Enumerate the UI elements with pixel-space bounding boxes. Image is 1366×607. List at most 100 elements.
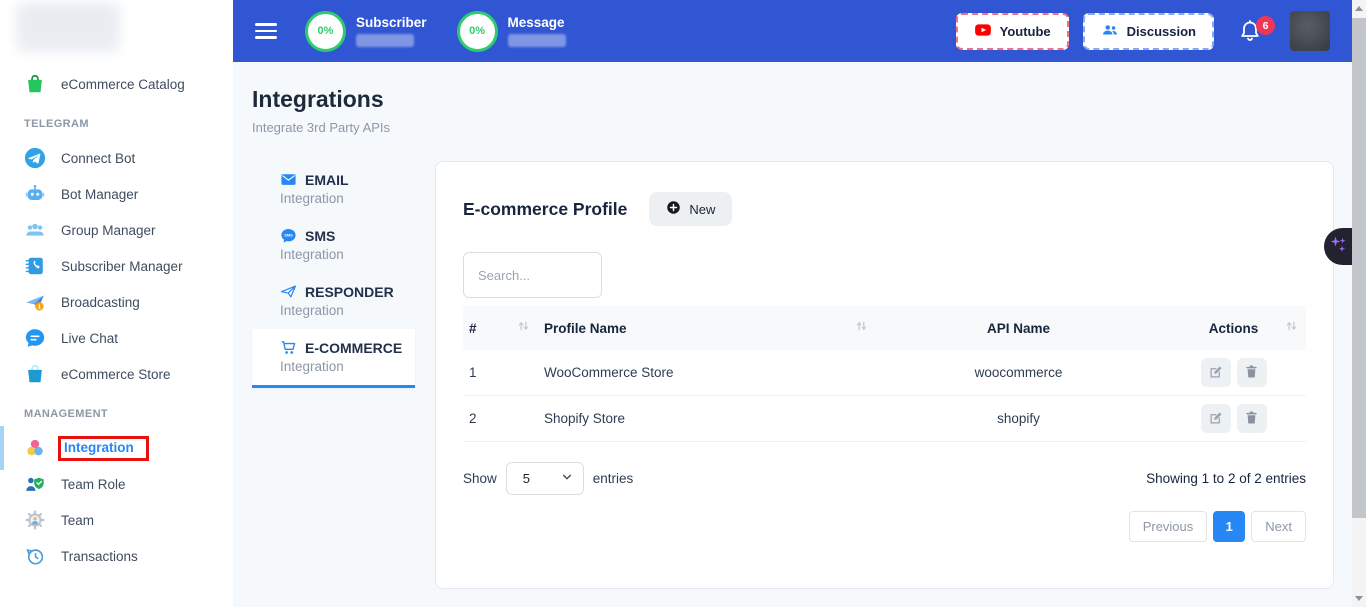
column-label: Profile Name [544,321,627,336]
subnav-subtitle: Integration [280,303,415,318]
sparkles-icon [1328,234,1348,259]
subnav-tab-responder[interactable]: RESPONDER Integration [252,273,415,329]
broadcast-icon: 1 [24,291,46,313]
new-button-label: New [689,202,715,217]
subnav-tab-email[interactable]: EMAIL Integration [252,161,415,217]
stat-value-blurred [356,34,414,47]
sidebar-item-group-manager[interactable]: Group Manager [0,212,233,248]
cell-actions [1161,404,1306,433]
subnav-tab-sms[interactable]: SMS SMS Integration [252,217,415,273]
sidebar-item-label: Team [61,513,94,528]
browser-scrollbar[interactable] [1352,0,1366,607]
sort-icon[interactable] [1285,319,1298,336]
progress-ring: 0% [305,11,346,52]
sidebar-item-label: Group Manager [61,223,156,238]
sidebar-item-bot-manager[interactable]: Bot Manager [0,176,233,212]
youtube-button[interactable]: Youtube [956,13,1069,50]
column-header-api-name[interactable]: API Name [876,306,1161,350]
sidebar-item-label: eCommerce Store [61,367,171,382]
team-gear-icon [24,509,46,531]
entries-label: entries [593,471,634,486]
sidebar-item-ecommerce-catalog[interactable]: eCommerce Catalog [0,66,233,102]
edit-button[interactable] [1201,404,1231,433]
notifications-bell[interactable]: 6 [1238,18,1262,44]
cell-profile-name: Shopify Store [538,411,876,426]
discussion-users-icon [1101,21,1119,42]
stat-value-blurred [508,34,566,47]
svg-text:SMS: SMS [284,233,293,238]
plus-circle-icon [666,200,681,218]
telegram-icon [24,147,46,169]
robot-icon [24,183,46,205]
sidebar-item-team[interactable]: Team [0,502,233,538]
group-icon [24,219,46,241]
sort-icon[interactable] [517,319,530,336]
column-header-[interactable]: # [463,306,538,350]
column-label: API Name [987,321,1050,336]
sidebar-nav: eCommerce CatalogTELEGRAM Connect Bot Bot … [0,66,233,574]
subnav-subtitle: Integration [280,247,415,262]
sidebar-item-connect-bot[interactable]: Connect Bot [0,140,233,176]
clock-icon [24,545,46,567]
responder-icon [280,283,297,300]
delete-button[interactable] [1237,404,1267,433]
page-1-button[interactable]: 1 [1213,511,1245,542]
previous-page-button[interactable]: Previous [1129,511,1208,542]
trash-icon [1244,410,1259,428]
stat-label: Subscriber [356,15,427,30]
new-profile-button[interactable]: New [649,192,732,226]
sidebar-item-ecommerce-store[interactable]: eCommerce Store [0,356,233,392]
sidebar-item-integration[interactable]: Integration [0,430,233,466]
sidebar-item-transactions[interactable]: Transactions [0,538,233,574]
chevron-down-icon [561,471,573,486]
subnav-tab-e-commerce[interactable]: E-COMMERCE Integration [252,329,415,388]
scroll-down-arrow-icon[interactable] [1355,596,1363,601]
cell-api-name: shopify [876,411,1161,426]
bag-green-icon [24,73,46,95]
sidebar-item-label: Broadcasting [61,295,140,310]
cell-num: 2 [463,411,538,426]
edit-button[interactable] [1201,358,1231,387]
search-input[interactable] [463,252,602,298]
contact-book-icon [24,255,46,277]
progress-percent: 0% [318,25,334,37]
panel-title: E-commerce Profile [463,199,627,220]
delete-button[interactable] [1237,358,1267,387]
bag-blue-icon [24,363,46,385]
sidebar-item-label: Live Chat [61,331,118,346]
sidebar-item-team-role[interactable]: Team Role [0,466,233,502]
cell-num: 1 [463,365,538,380]
sort-icon[interactable] [855,319,868,336]
e-commerce-icon [280,339,297,356]
subnav-subtitle: Integration [280,359,415,374]
sidebar-section-telegram: TELEGRAM [0,102,233,140]
next-page-button[interactable]: Next [1251,511,1306,542]
sidebar-item-label: Bot Manager [61,187,138,202]
subnav-title: E-COMMERCE [305,340,402,356]
column-header-profile-name[interactable]: Profile Name [538,306,876,350]
user-avatar[interactable] [1290,11,1330,51]
table-header-row: # Profile Name API Name Actions [463,306,1306,350]
scrollbar-thumb[interactable] [1352,18,1366,518]
integration-subnav: EMAIL IntegrationSMS SMS Integration RES… [252,161,415,388]
column-header-actions[interactable]: Actions [1161,306,1306,350]
page-size-value: 5 [523,471,530,486]
menu-toggle-icon[interactable] [255,23,277,39]
table-row: 2 Shopify Store shopify [463,396,1306,442]
discussion-button[interactable]: Discussion [1083,13,1214,50]
sidebar-item-label: Connect Bot [61,151,135,166]
discussion-button-label: Discussion [1127,24,1196,39]
scroll-up-arrow-icon[interactable] [1355,6,1363,11]
app-logo [16,2,120,52]
header-stats: 0% Subscriber 0% Message [305,11,596,52]
sidebar-section-management: MANAGEMENT [0,392,233,430]
avatar-image [1290,11,1330,51]
column-label: # [469,321,477,336]
stat-label: Message [508,15,566,30]
page-size-select[interactable]: 5 [506,462,584,495]
shapes-icon [24,437,46,459]
sidebar-item-label: Subscriber Manager [61,259,183,274]
sidebar-item-broadcasting[interactable]: 1 Broadcasting [0,284,233,320]
sidebar-item-subscriber-manager[interactable]: Subscriber Manager [0,248,233,284]
sidebar-item-live-chat[interactable]: Live Chat [0,320,233,356]
